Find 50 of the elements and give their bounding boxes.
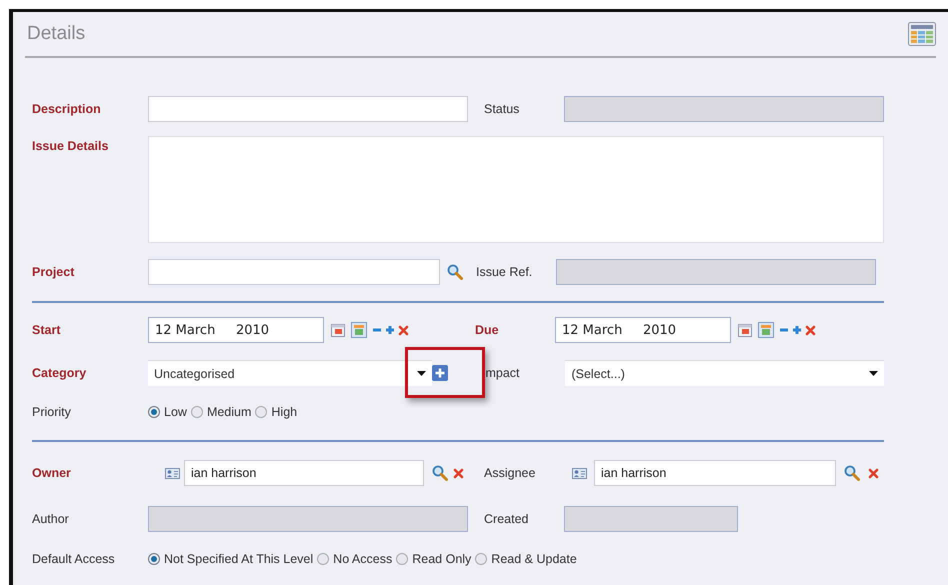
impact-dropdown[interactable]: (Select...) bbox=[565, 360, 884, 386]
text-field[interactable] bbox=[148, 259, 440, 285]
date-field[interactable]: 12 March 2010 bbox=[555, 317, 731, 343]
field-label: Owner bbox=[32, 466, 72, 480]
search-icon[interactable] bbox=[432, 465, 448, 481]
radio-option[interactable]: Read Only bbox=[396, 552, 472, 566]
field-label: mpact bbox=[485, 366, 521, 380]
field-label: Author bbox=[32, 512, 70, 526]
text-field[interactable]: ian harrison bbox=[184, 460, 424, 486]
date-field[interactable]: 12 March 2010 bbox=[148, 317, 324, 343]
plus-icon[interactable] bbox=[385, 325, 395, 335]
field-label: Priority bbox=[32, 405, 72, 419]
radio-option[interactable]: Medium bbox=[190, 405, 252, 419]
calendar-icon[interactable] bbox=[330, 322, 346, 338]
radio-option[interactable]: Low bbox=[148, 405, 187, 419]
plus-icon[interactable] bbox=[792, 325, 802, 335]
field-label: Description bbox=[32, 102, 102, 116]
field-label: Issue Ref. bbox=[476, 265, 534, 279]
field-label: Created bbox=[484, 512, 530, 526]
calendar-icon[interactable] bbox=[758, 322, 774, 338]
field-label: Status bbox=[484, 102, 520, 116]
close-icon[interactable] bbox=[805, 324, 816, 336]
search-icon[interactable] bbox=[447, 264, 463, 280]
calendar-icon[interactable] bbox=[351, 322, 367, 338]
radio-option[interactable]: Read & Update bbox=[475, 552, 577, 566]
field-label: Start bbox=[32, 323, 62, 337]
radio-option[interactable]: Not Specified At This Level bbox=[148, 552, 314, 566]
dropdown-caret-icon bbox=[416, 371, 426, 376]
dropdown-caret-icon bbox=[868, 371, 878, 376]
category-dropdown[interactable]: Uncategorised bbox=[148, 360, 432, 386]
text-field[interactable] bbox=[148, 96, 468, 122]
field-label: Project bbox=[32, 265, 76, 279]
search-icon[interactable] bbox=[844, 465, 860, 481]
contact-card-icon[interactable] bbox=[165, 466, 180, 480]
calendar-icon[interactable] bbox=[737, 322, 753, 338]
field-label: Default Access bbox=[32, 552, 116, 566]
close-icon[interactable] bbox=[453, 468, 464, 478]
close-icon[interactable] bbox=[398, 324, 409, 336]
panel-title: Details bbox=[26, 23, 86, 45]
close-icon[interactable] bbox=[868, 468, 879, 478]
field-label: Category bbox=[32, 366, 88, 380]
field-label: Issue Details bbox=[32, 139, 110, 153]
radio-option[interactable]: No Access bbox=[317, 552, 392, 566]
add-icon[interactable] bbox=[432, 365, 448, 381]
table-view-icon[interactable] bbox=[908, 22, 936, 46]
text-field[interactable]: ian harrison bbox=[594, 460, 836, 486]
field-label: Assignee bbox=[484, 466, 536, 480]
radio-option[interactable]: High bbox=[255, 405, 298, 419]
field-label: Due bbox=[475, 323, 500, 337]
contact-card-icon[interactable] bbox=[572, 466, 587, 480]
